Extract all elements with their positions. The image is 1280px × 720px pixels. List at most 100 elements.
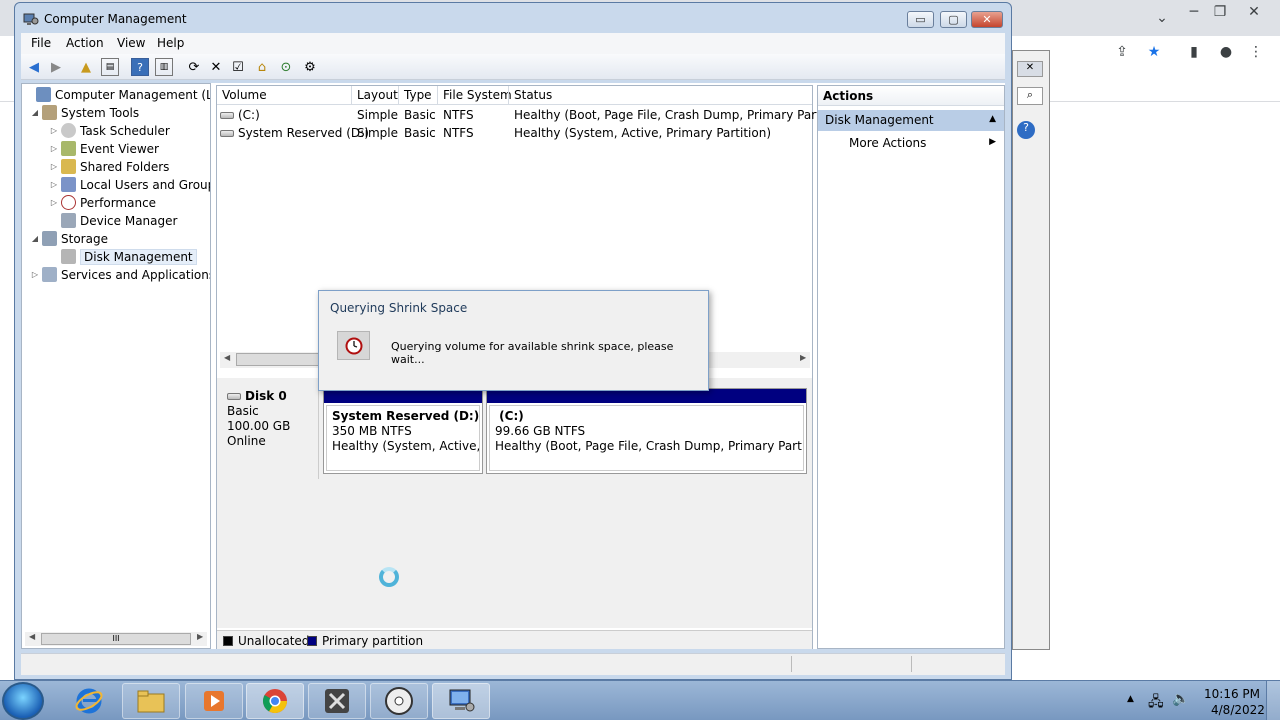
more-options-icon[interactable]: ⋮ (1242, 40, 1270, 64)
actions-header: Actions (818, 86, 1004, 106)
disk-info[interactable]: Disk 0 Basic 100.00 GB Online (219, 383, 319, 479)
scroll-thumb[interactable] (236, 353, 320, 366)
tree-root[interactable]: Computer Management (Local (24, 86, 210, 103)
browser-minimize-button[interactable]: ─ (1180, 0, 1208, 24)
taskbar-item-file-explorer[interactable] (122, 683, 180, 719)
clock-time[interactable]: 10:16 PM (1204, 687, 1260, 701)
show-hide-tree-icon[interactable]: ▤ (101, 58, 119, 76)
chevron-down-icon[interactable]: ⌄ (1148, 6, 1176, 30)
column-layout[interactable]: Layout (357, 88, 398, 102)
tree-item-shared-folders[interactable]: ▷ Shared Folders (49, 158, 169, 175)
taskbar-item-internet-explorer[interactable] (60, 683, 118, 719)
taskbar-item-tools[interactable] (308, 683, 366, 719)
scroll-thumb[interactable]: III (41, 633, 191, 645)
network-icon[interactable]: 🖧 (1148, 691, 1164, 715)
device-manager-icon (61, 213, 76, 228)
volume-row[interactable]: System Reserved (D:) Simple Basic NTFS H… (217, 125, 812, 142)
properties-icon[interactable]: ☑ (229, 58, 247, 76)
collapse-arrow-icon[interactable]: ▲ (989, 114, 996, 124)
back-arrow-icon[interactable]: ◀ (25, 58, 43, 76)
tree-item-system-tools[interactable]: ◢ System Tools (30, 104, 139, 121)
disk-state: Online (227, 434, 266, 448)
tree-hscrollbar[interactable]: ◀ III ▶ (25, 632, 207, 646)
menu-action[interactable]: Action (66, 36, 104, 50)
bookmark-star-icon[interactable]: ★ (1140, 40, 1168, 64)
show-hidden-icons-arrow-icon[interactable]: ▲ (1127, 694, 1134, 704)
refresh-icon[interactable]: ⟳ (185, 58, 203, 76)
partition-size: 99.66 GB NTFS (495, 424, 586, 438)
volume-row[interactable]: (C:) Simple Basic NTFS Healthy (Boot, Pa… (217, 107, 852, 124)
partition-status: Healthy (Boot, Page File, Crash Dump, Pr… (495, 439, 804, 453)
collapsed-arrow-icon[interactable]: ▷ (49, 144, 59, 153)
up-folder-icon[interactable]: ▲ (77, 58, 95, 76)
minimize-button[interactable]: ▭ (907, 11, 934, 28)
delete-icon[interactable]: ✕ (207, 58, 225, 76)
tree-item-local-users[interactable]: ▷ Local Users and Groups (49, 176, 210, 193)
disk-type: Basic (227, 404, 259, 418)
taskbar-item-chrome[interactable] (246, 683, 304, 719)
scroll-right-icon[interactable]: ▶ (800, 353, 806, 362)
share-icon[interactable]: ⇪ (1108, 40, 1136, 64)
column-status[interactable]: Status (514, 88, 552, 102)
title-bar[interactable]: Computer Management ▭ ▢ ✕ (15, 3, 1011, 33)
submenu-arrow-icon: ▶ (989, 137, 996, 147)
taskbar-item-media-player[interactable] (185, 683, 243, 719)
tree-item-task-scheduler[interactable]: ▷ Task Scheduler (49, 122, 170, 139)
collapsed-arrow-icon[interactable]: ▷ (49, 162, 59, 171)
dialog-title: Querying Shrink Space (330, 301, 468, 315)
actions-section-disk-management[interactable]: Disk Management ▲ (818, 110, 1004, 131)
collapsed-arrow-icon[interactable]: ▷ (49, 198, 59, 207)
scroll-right-icon[interactable]: ▶ (197, 632, 203, 641)
tree-item-storage[interactable]: ◢ Storage (30, 230, 108, 247)
volume-type: Basic (404, 126, 436, 140)
taskbar-item-my-hbcd[interactable] (370, 683, 428, 719)
profile-icon[interactable]: ● (1212, 40, 1240, 64)
partition-c[interactable]: (C:) 99.66 GB NTFS Healthy (Boot, Page F… (486, 388, 807, 474)
tree-item-event-viewer[interactable]: ▷ Event Viewer (49, 140, 159, 157)
tree-item-disk-management[interactable]: Disk Management (49, 248, 197, 265)
browser-restore-button[interactable]: ❐ (1206, 0, 1234, 24)
computer-icon (36, 87, 51, 102)
open-folder-icon[interactable]: ⌂ (253, 58, 271, 76)
tree-item-performance[interactable]: ▷ Performance (49, 194, 156, 211)
drive-icon (220, 112, 234, 119)
drive-icon (220, 130, 234, 137)
rescan-icon[interactable]: ⊙ (277, 58, 295, 76)
media-player-icon (204, 691, 224, 711)
show-hide-action-pane-icon[interactable]: ▥ (155, 58, 173, 76)
help-icon[interactable]: ? (131, 58, 149, 76)
settings-icon[interactable]: ⚙ (301, 58, 319, 76)
scroll-left-icon[interactable]: ◀ (224, 353, 230, 362)
partition-system-reserved[interactable]: System Reserved (D:) 350 MB NTFS Healthy… (323, 388, 483, 474)
show-desktop-button[interactable] (1266, 681, 1280, 720)
browser-close-button[interactable]: ✕ (1240, 0, 1268, 24)
menu-view[interactable]: View (117, 36, 145, 50)
expanded-arrow-icon[interactable]: ◢ (30, 234, 40, 243)
start-button[interactable] (2, 682, 44, 720)
menu-help[interactable]: Help (157, 36, 184, 50)
collapsed-arrow-icon[interactable]: ▷ (30, 270, 40, 279)
clock-date[interactable]: 4/8/2022 (1211, 703, 1265, 717)
tree-item-device-manager[interactable]: Device Manager (49, 212, 177, 229)
collapsed-arrow-icon[interactable]: ▷ (49, 180, 59, 189)
side-panel-icon[interactable]: ▮ (1180, 40, 1208, 64)
legend-unallocated: Unallocated (238, 634, 310, 648)
scroll-left-icon[interactable]: ◀ (29, 632, 35, 641)
expanded-arrow-icon[interactable]: ◢ (30, 108, 40, 117)
status-bar (21, 653, 1005, 675)
menu-file[interactable]: File (31, 36, 51, 50)
close-button[interactable]: ✕ (971, 11, 1003, 28)
taskbar-item-computer-management[interactable] (432, 683, 490, 719)
column-type[interactable]: Type (404, 88, 432, 102)
help-icon[interactable]: ? (1017, 121, 1035, 139)
more-actions-item[interactable]: More Actions ▶ (818, 134, 1004, 153)
forward-arrow-icon[interactable]: ▶ (47, 58, 65, 76)
column-volume[interactable]: Volume (222, 88, 267, 102)
volume-icon[interactable]: 🔈 (1172, 691, 1189, 707)
search-icon[interactable]: ⌕ (1017, 87, 1043, 105)
tree-item-services[interactable]: ▷ Services and Applications (30, 266, 210, 283)
collapsed-arrow-icon[interactable]: ▷ (49, 126, 59, 135)
maximize-button[interactable]: ▢ (940, 11, 967, 28)
column-file-system[interactable]: File System (443, 88, 512, 102)
close-icon[interactable]: ✕ (1017, 61, 1043, 77)
